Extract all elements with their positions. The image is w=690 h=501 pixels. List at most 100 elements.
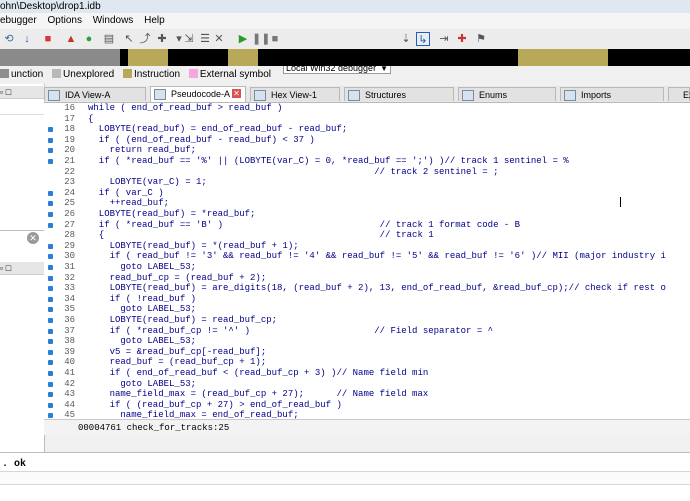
back-icon[interactable]: ⟲ xyxy=(2,32,16,46)
legend-swatch-instruction xyxy=(122,69,132,78)
nav-segment-code-3 xyxy=(608,49,690,66)
line-number: 43 xyxy=(64,389,75,400)
step-over-icon[interactable]: ↳ xyxy=(416,32,430,46)
panel-divider xyxy=(0,114,44,115)
code-area[interactable]: while ( end_of_read_buf > read_buf ){ LO… xyxy=(78,103,690,419)
code-line[interactable]: while ( end_of_read_buf > read_buf ) xyxy=(88,103,282,114)
code-line[interactable]: LOBYTE(read_buf) = read_buf_cp; xyxy=(88,315,277,326)
code-line[interactable]: goto LABEL_53; xyxy=(88,379,196,390)
functions-panel-header[interactable]: ▫ □ xyxy=(0,86,44,99)
menu-windows[interactable]: Windows xyxy=(93,13,134,29)
script-icon[interactable]: ▤ xyxy=(102,32,116,46)
tab-pseudocode-a[interactable]: Pseudocode-A ✕ xyxy=(150,86,246,102)
line-number: 23 xyxy=(64,177,75,188)
code-line[interactable]: ++read_buf; xyxy=(88,198,169,209)
list-icon[interactable]: ☰ xyxy=(198,32,212,46)
menu-help[interactable]: Help xyxy=(144,13,165,29)
branch-icon[interactable]: ⤴ xyxy=(138,32,152,46)
cross-icon[interactable]: ✕ xyxy=(212,32,226,46)
cursor-icon[interactable]: ↖ xyxy=(122,32,136,46)
title-bar: ohn\Desktop\drop1.idb xyxy=(0,0,690,13)
legend: unction Unexplored Instruction External … xyxy=(0,68,690,82)
code-line[interactable]: goto LABEL_53; xyxy=(88,336,196,347)
legend-external-symbol: External symbol xyxy=(199,69,272,80)
breakpoint-icon[interactable]: ✚ xyxy=(455,32,469,46)
code-line[interactable]: v5 = &read_buf_cp[-read_buf]; xyxy=(88,347,267,358)
nav-segment-code xyxy=(168,49,228,66)
export-icon[interactable]: ⇲ xyxy=(182,32,196,46)
code-line[interactable]: if ( !read_buf ) xyxy=(88,294,196,305)
nav-segment-functions xyxy=(0,49,120,66)
line-number: 32 xyxy=(64,272,75,283)
tab-ida-view-a[interactable]: IDA View-A xyxy=(44,87,146,101)
hex-view-icon xyxy=(254,90,266,101)
code-line[interactable]: return read_buf; xyxy=(88,145,196,156)
debug-options-icon[interactable]: ⚑ xyxy=(474,32,488,46)
graph-triangle-icon[interactable]: ▲ xyxy=(64,32,78,46)
panel-divider xyxy=(0,230,44,231)
code-line[interactable]: goto LABEL_53; xyxy=(88,304,196,315)
code-line[interactable]: if ( var_C ) xyxy=(88,188,164,199)
legend-swatch-function xyxy=(0,69,9,78)
menu-options[interactable]: Options xyxy=(47,13,81,29)
code-line[interactable]: LOBYTE(read_buf) = *read_buf; xyxy=(88,209,256,220)
line-number: 29 xyxy=(64,240,75,251)
close-tab-icon[interactable]: ✕ xyxy=(232,89,241,98)
code-line[interactable]: // track 2 sentinel = ; xyxy=(88,167,498,178)
line-number: 25 xyxy=(64,198,75,209)
line-number: 27 xyxy=(64,219,75,230)
code-line[interactable]: LOBYTE(read_buf) = are_digits(18, (read_… xyxy=(88,283,666,294)
clear-search-icon[interactable]: ✕ xyxy=(27,232,39,244)
line-number: 37 xyxy=(64,325,75,336)
green-circle-icon[interactable]: ● xyxy=(82,32,96,46)
ida-view-icon xyxy=(48,90,60,101)
code-line[interactable]: if ( *read_buf == '%' || (LOBYTE(var_C) … xyxy=(88,156,569,167)
pseudocode-editor[interactable]: 16 17 18 19 20 21 22 23 24 25 26 27 28 29 30 31 32 33 34 35… xyxy=(44,103,690,419)
code-line[interactable]: LOBYTE(read_buf) = end_of_read_buf - rea… xyxy=(88,124,347,135)
code-line[interactable]: { // track 1 xyxy=(88,230,434,241)
code-line[interactable]: goto LABEL_53; xyxy=(88,262,196,273)
code-line[interactable]: name_field_max = (read_buf_cp + 27); // … xyxy=(88,389,429,400)
down-arrow-icon[interactable]: ↓ xyxy=(20,32,34,46)
code-line[interactable]: if ( *read_buf_cp != '^' ) // Field sepa… xyxy=(88,326,493,337)
tools-icon[interactable]: ✚ xyxy=(155,32,169,46)
structures-icon xyxy=(348,90,360,101)
line-number: 45 xyxy=(64,410,75,419)
line-number: 38 xyxy=(64,336,75,347)
code-line[interactable]: { xyxy=(88,114,93,125)
navigation-band[interactable] xyxy=(0,49,690,66)
line-number: 17 xyxy=(64,113,75,124)
line-number: 26 xyxy=(64,209,75,219)
stop-icon[interactable]: ■ xyxy=(268,32,282,46)
legend-function: unction xyxy=(11,69,44,80)
line-number: 39 xyxy=(64,346,75,357)
code-line[interactable]: if ( (read_buf_cp + 27) > end_of_read_bu… xyxy=(88,400,342,411)
code-line[interactable]: LOBYTE(read_buf) = *(read_buf + 1); xyxy=(88,241,299,252)
pseudocode-icon xyxy=(154,89,166,100)
code-line[interactable]: read_buf_cp = (read_buf + 2); xyxy=(88,273,267,284)
stop-red-icon[interactable]: ■ xyxy=(41,32,55,46)
line-number: 24 xyxy=(64,187,75,198)
code-line[interactable]: if ( end_of_read_buf < (read_buf_cp + 3)… xyxy=(88,368,429,379)
step-into-icon[interactable]: ⇣ xyxy=(399,32,413,46)
close-icon[interactable]: ▫ □ xyxy=(0,87,11,97)
code-line[interactable]: read_buf = (read_buf_cp + 1); xyxy=(88,357,267,368)
tab-structures[interactable]: Structures xyxy=(344,87,454,101)
code-line[interactable]: name_field_max = end_of_read_buf; xyxy=(88,410,298,419)
code-line[interactable]: LOBYTE(var_C) = 1; xyxy=(88,177,207,188)
tab-hex-view-1[interactable]: Hex View-1 xyxy=(250,87,340,101)
line-number: 44 xyxy=(64,399,75,410)
command-input[interactable] xyxy=(0,471,690,485)
run-to-cursor-icon[interactable]: ⇥ xyxy=(437,32,451,46)
code-line[interactable]: if ( *read_buf == 'B' ) // track 1 forma… xyxy=(88,220,520,231)
code-line[interactable]: if ( (end_of_read_buf - read_buf) < 37 ) xyxy=(88,135,315,146)
graph-overview-header[interactable]: ▫ □ xyxy=(0,262,44,275)
tab-enums[interactable]: Enums xyxy=(458,87,556,101)
menu-debugger[interactable]: ebugger xyxy=(0,13,37,29)
code-line[interactable]: if ( read_buf != '3' && read_buf != '4' … xyxy=(88,251,666,262)
close-icon[interactable]: ▫ □ xyxy=(0,263,11,273)
play-icon[interactable]: ▶ xyxy=(236,32,250,46)
tab-exports[interactable]: Ex xyxy=(668,87,690,101)
tab-imports[interactable]: Imports xyxy=(560,87,664,101)
pause-icon[interactable]: ❚❚ xyxy=(252,32,270,46)
